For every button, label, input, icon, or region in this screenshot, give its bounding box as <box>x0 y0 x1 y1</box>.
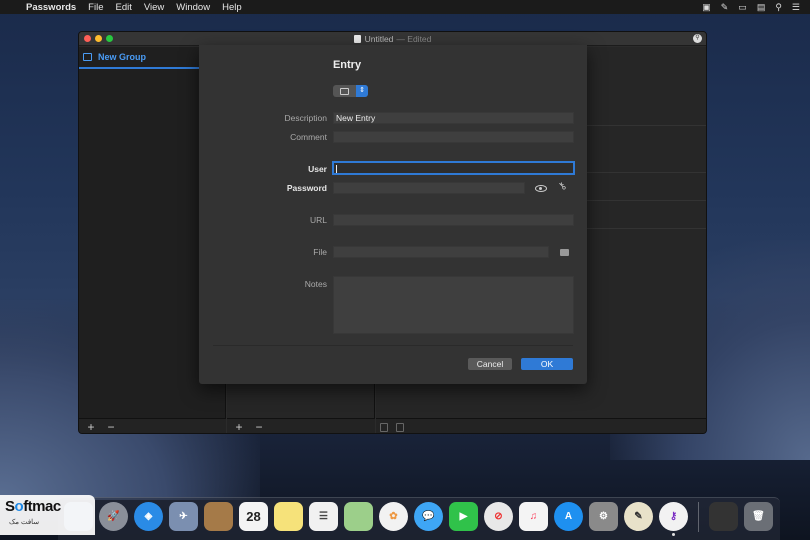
reminders-icon[interactable]: ☰ <box>309 502 338 531</box>
music-icon[interactable]: ♫ <box>519 502 548 531</box>
watermark-logo: Softmac سافت مک <box>0 495 95 535</box>
search-icon[interactable]: ⚲ <box>693 34 702 43</box>
calendar-icon[interactable]: 28 <box>239 502 268 531</box>
notes-textarea[interactable] <box>333 276 574 334</box>
calendar-day: 28 <box>246 509 261 524</box>
comment-field[interactable] <box>333 131 574 143</box>
user-field[interactable] <box>333 162 574 174</box>
notes-label: Notes <box>304 279 327 289</box>
minimize-icon[interactable] <box>95 35 102 42</box>
spotlight-search-icon[interactable]: ⚲ <box>775 2 782 13</box>
remove-entry-button[interactable]: − <box>249 420 269 433</box>
airplay-icon[interactable]: ▭ <box>738 2 747 13</box>
sheet-title: Entry <box>332 59 362 71</box>
facetime-icon[interactable]: ▶ <box>449 502 478 531</box>
dock: 🚀 ◈ ✈ 28 ☰ ✿ 💬 ▶ ⊘ ♫ A ⚙ ✎ ⚷ 🗑 <box>58 497 780 540</box>
launchpad-icon[interactable]: 🚀 <box>99 502 128 531</box>
mail-icon[interactable]: ✈ <box>169 502 198 531</box>
chevron-updown-icon: ⇕ <box>356 85 368 97</box>
title-bar: Untitled — Edited ⚲ <box>79 32 706 46</box>
entries-bottom-bar: + − <box>227 418 375 433</box>
folder-icon <box>83 53 92 61</box>
menu-view[interactable]: View <box>144 2 164 13</box>
system-preferences-icon[interactable]: ⚙ <box>589 502 618 531</box>
running-indicator <box>672 533 675 536</box>
url-label: URL <box>309 215 327 225</box>
eye-icon[interactable] <box>535 185 547 192</box>
menu-app-name[interactable]: Passwords <box>26 2 76 13</box>
document-icon <box>353 34 361 43</box>
description-field[interactable]: New Entry <box>333 112 574 124</box>
sheet-divider <box>213 345 573 346</box>
notification-icon[interactable]: ▣ <box>702 2 711 13</box>
script-icon[interactable]: ✎ <box>721 2 729 13</box>
watermark-subtitle: سافت مک <box>9 519 40 526</box>
entry-type-select[interactable]: ⇕ <box>333 85 368 97</box>
dock-separator <box>698 502 699 532</box>
ok-button[interactable]: OK <box>521 358 573 370</box>
status-menus: ▣ ✎ ▭ ▤ ⚲ ☰ <box>702 2 810 13</box>
comment-label: Comment <box>290 132 327 142</box>
trash-bin-icon[interactable]: 🗑 <box>744 502 773 531</box>
add-entry-button[interactable]: + <box>229 420 249 433</box>
watermark-brand: Softmac <box>5 498 61 515</box>
file-label: File <box>313 247 327 257</box>
url-field[interactable] <box>333 214 574 226</box>
photos-icon[interactable]: ✿ <box>379 502 408 531</box>
password-label: Password <box>286 183 327 193</box>
maps-icon[interactable] <box>344 502 373 531</box>
remove-group-button[interactable]: − <box>101 420 121 433</box>
description-label: Description <box>284 113 327 123</box>
passwords-app-icon[interactable]: ⚷ <box>659 502 688 536</box>
menu-window[interactable]: Window <box>176 2 210 13</box>
news-icon[interactable]: ⊘ <box>484 502 513 531</box>
card-icon <box>340 87 349 95</box>
groups-bottom-bar: + − <box>79 418 226 433</box>
entry-sheet: Entry ⇕ Description New Entry Comment Us… <box>199 45 587 384</box>
zoom-icon[interactable] <box>106 35 113 42</box>
file-field[interactable] <box>333 246 549 258</box>
key-icon[interactable]: ⚷ <box>556 180 569 193</box>
text-cursor <box>336 164 337 173</box>
safari-icon[interactable]: ◈ <box>134 502 163 531</box>
contacts-icon[interactable] <box>204 502 233 531</box>
trash-icon[interactable] <box>380 422 388 432</box>
password-field[interactable] <box>333 182 525 194</box>
notes-app-icon[interactable] <box>274 502 303 531</box>
downloads-stack-icon[interactable] <box>709 502 738 531</box>
menu-help[interactable]: Help <box>222 2 242 13</box>
menu-bar: Passwords File Edit View Window Help ▣ ✎… <box>0 0 810 14</box>
control-center-icon[interactable]: ☰ <box>792 2 800 13</box>
menu-edit[interactable]: Edit <box>115 2 131 13</box>
add-group-button[interactable]: + <box>81 420 101 433</box>
attach-file-icon[interactable] <box>560 249 569 256</box>
window-edited-status: — Edited <box>396 33 432 44</box>
close-icon[interactable] <box>84 35 91 42</box>
edit-icon[interactable] <box>396 422 404 432</box>
menu-file[interactable]: File <box>88 2 103 13</box>
window-title: Untitled <box>364 33 394 44</box>
display-icon[interactable]: ▤ <box>757 2 766 13</box>
app-store-icon[interactable]: A <box>554 502 583 531</box>
detail-bottom-bar <box>376 418 706 433</box>
user-label: User <box>308 164 327 174</box>
pencil-app-icon[interactable]: ✎ <box>624 502 653 531</box>
cancel-button[interactable]: Cancel <box>468 358 512 370</box>
messages-icon[interactable]: 💬 <box>414 502 443 531</box>
window-controls <box>84 35 113 42</box>
group-item-label: New Group <box>98 52 147 62</box>
